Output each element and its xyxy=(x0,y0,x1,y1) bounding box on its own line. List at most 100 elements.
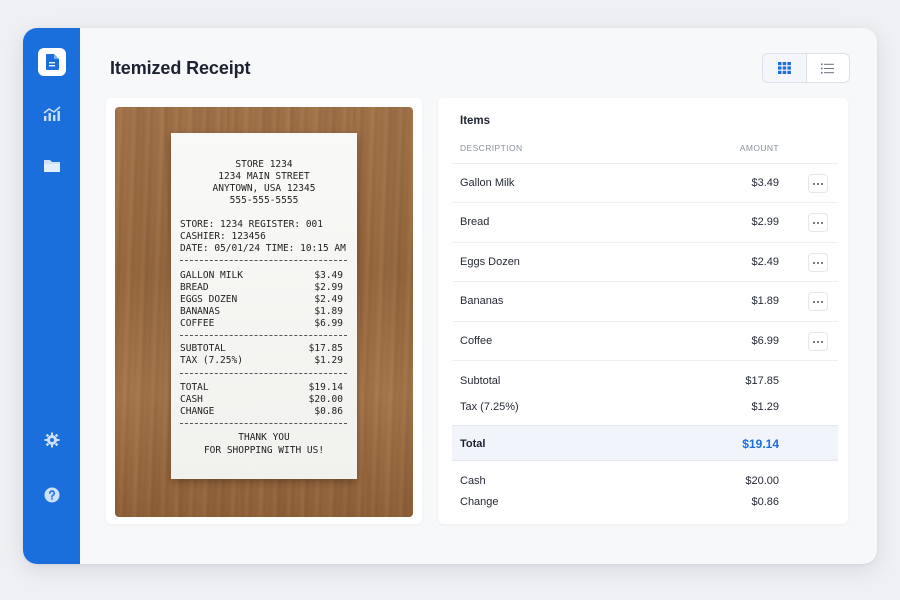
receipt-item-name: GALLON MILK xyxy=(180,270,243,281)
receipt-header-line: ANYTOWN, USA 12345 xyxy=(212,183,316,194)
receipt-store-line: STORE: 1234 REGISTER: 001 xyxy=(180,219,323,230)
receipt-header-line: 555-555-5555 xyxy=(229,195,299,206)
list-view-button[interactable] xyxy=(807,54,850,82)
gear-icon xyxy=(44,432,60,448)
help-icon xyxy=(44,487,60,503)
sidebar-item-files[interactable] xyxy=(38,152,66,180)
receipt-footer-line: THANK YOU xyxy=(238,432,290,443)
receipt-divider xyxy=(180,373,347,374)
receipt-total-label: TOTAL xyxy=(180,382,209,393)
more-options-button[interactable] xyxy=(808,292,828,311)
app-window: Itemized Receipt STORE 1234 1234 MAIN ST… xyxy=(23,28,877,564)
sidebar-item-help[interactable] xyxy=(38,481,66,509)
cash-value: $20.00 xyxy=(745,475,779,487)
item-amount: $1.89 xyxy=(751,295,779,307)
more-icon xyxy=(813,340,815,343)
receipt-subtotal-label: SUBTOTAL xyxy=(180,343,226,354)
items-panel: Items DESCRIPTION AMOUNT Gallon Milk $3.… xyxy=(438,98,848,524)
sidebar-item-document[interactable] xyxy=(38,48,66,76)
receipt-image-panel: STORE 1234 1234 MAIN STREET ANYTOWN, USA… xyxy=(106,98,422,524)
receipt-item-price: $1.89 xyxy=(314,306,343,317)
item-amount: $2.99 xyxy=(751,216,779,228)
cash-label: Cash xyxy=(460,475,486,487)
more-icon xyxy=(813,300,815,303)
sidebar xyxy=(23,28,80,564)
subtotal-value: $17.85 xyxy=(745,375,779,387)
receipt-change-label: CHANGE xyxy=(180,406,215,417)
more-options-button[interactable] xyxy=(808,213,828,232)
total-label: Total xyxy=(460,438,486,450)
table-row[interactable]: Gallon Milk $3.49 xyxy=(452,163,838,202)
receipt-cash-label: CASH xyxy=(180,394,203,405)
more-icon xyxy=(813,221,815,224)
document-icon xyxy=(46,54,59,70)
receipt-total-value: $19.14 xyxy=(308,382,343,393)
receipt-footer-line: FOR SHOPPING WITH US! xyxy=(203,445,325,456)
table-row[interactable]: Eggs Dozen $2.49 xyxy=(452,242,838,281)
more-options-button[interactable] xyxy=(808,253,828,272)
item-amount: $6.99 xyxy=(751,335,779,347)
receipt-date-line: DATE: 05/01/24 TIME: 10:15 AM xyxy=(180,243,346,254)
receipt-cash-value: $20.00 xyxy=(308,394,343,405)
cash-row: Cash $20.00 xyxy=(452,470,838,492)
receipt-divider xyxy=(180,260,347,261)
grid-icon xyxy=(777,62,791,74)
main-content: Itemized Receipt STORE 1234 1234 MAIN ST… xyxy=(80,28,877,564)
more-icon xyxy=(813,261,815,264)
receipt-item-price: $2.99 xyxy=(314,282,343,293)
item-description: Coffee xyxy=(460,335,493,347)
receipt-photo: STORE 1234 1234 MAIN STREET ANYTOWN, USA… xyxy=(115,107,413,517)
change-value: $0.86 xyxy=(751,496,779,508)
column-header-amount: AMOUNT xyxy=(739,143,779,153)
more-options-button[interactable] xyxy=(808,174,828,193)
sidebar-item-settings[interactable] xyxy=(38,426,66,454)
receipt-divider xyxy=(180,335,347,336)
receipt-subtotal-value: $17.85 xyxy=(308,343,343,354)
receipt-item-price: $2.49 xyxy=(314,294,343,305)
receipt-header-line: 1234 MAIN STREET xyxy=(218,171,310,182)
receipt-change-value: $0.86 xyxy=(314,406,343,417)
receipt-item-name: COFFEE xyxy=(180,318,215,329)
tax-label: Tax (7.25%) xyxy=(460,401,519,413)
change-label: Change xyxy=(460,496,499,508)
receipt-header-line: STORE 1234 xyxy=(235,159,293,170)
item-amount: $2.49 xyxy=(751,256,779,268)
total-row: Total $19.14 xyxy=(452,425,838,461)
tax-value: $1.29 xyxy=(751,401,779,413)
change-row: Change $0.86 xyxy=(452,491,838,513)
column-header-description: DESCRIPTION xyxy=(460,143,523,153)
receipt-item-price: $6.99 xyxy=(314,318,343,329)
table-row[interactable]: Bread $2.99 xyxy=(452,202,838,241)
summary-divider xyxy=(452,360,838,361)
chart-icon xyxy=(43,106,61,121)
item-description: Gallon Milk xyxy=(460,177,515,189)
items-title: Items xyxy=(460,115,491,127)
subtotal-label: Subtotal xyxy=(460,375,501,387)
table-row[interactable]: Coffee $6.99 xyxy=(452,321,838,360)
receipt-item-name: BREAD xyxy=(180,282,209,293)
more-icon xyxy=(813,182,815,185)
receipt-cashier-line: CASHIER: 123456 xyxy=(180,231,266,242)
sidebar-item-analytics[interactable] xyxy=(38,100,66,128)
view-toggle xyxy=(762,53,850,83)
subtotal-row: Subtotal $17.85 xyxy=(452,370,838,392)
total-value: $19.14 xyxy=(742,437,779,451)
table-row[interactable]: Bananas $1.89 xyxy=(452,281,838,320)
folder-icon xyxy=(44,160,60,172)
more-options-button[interactable] xyxy=(808,332,828,351)
receipt-tax-label: TAX (7.25%) xyxy=(180,355,243,366)
item-description: Eggs Dozen xyxy=(460,256,520,268)
item-amount: $3.49 xyxy=(751,177,779,189)
receipt-item-name: EGGS DOZEN xyxy=(180,294,238,305)
item-description: Bread xyxy=(460,216,490,228)
grid-view-button[interactable] xyxy=(763,54,807,82)
receipt-item-name: BANANAS xyxy=(180,306,221,317)
item-description: Bananas xyxy=(460,295,504,307)
receipt-item-price: $3.49 xyxy=(314,270,343,281)
tax-row: Tax (7.25%) $1.29 xyxy=(452,396,838,418)
page-title: Itemized Receipt xyxy=(110,58,251,78)
receipt-divider xyxy=(180,423,347,424)
receipt-tax-value: $1.29 xyxy=(314,355,343,366)
list-icon xyxy=(821,63,835,73)
receipt-paper: STORE 1234 1234 MAIN STREET ANYTOWN, USA… xyxy=(171,133,357,479)
